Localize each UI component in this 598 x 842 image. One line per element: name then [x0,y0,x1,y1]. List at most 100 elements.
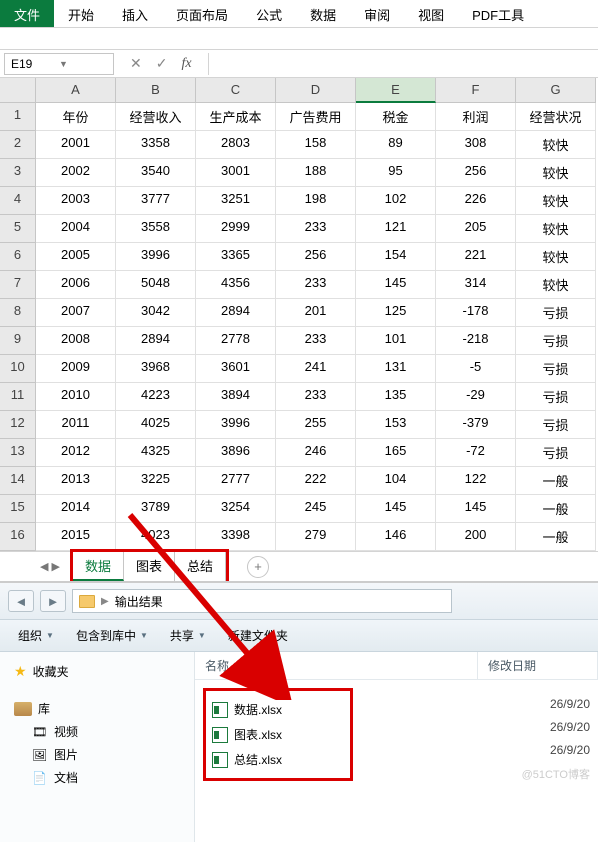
cell[interactable]: 256 [276,243,356,271]
cell[interactable]: 较快 [516,215,596,243]
row-header[interactable]: 3 [0,159,36,187]
row-header[interactable]: 8 [0,299,36,327]
col-header[interactable]: E [356,78,436,103]
cell[interactable]: 2894 [116,327,196,355]
cancel-icon[interactable]: ✕ [130,55,142,72]
cell[interactable]: -5 [436,355,516,383]
row-header[interactable]: 13 [0,439,36,467]
cell[interactable]: 3225 [116,467,196,495]
cell[interactable]: 121 [356,215,436,243]
cell[interactable]: 104 [356,467,436,495]
cell[interactable]: 2015 [36,523,116,551]
cell[interactable]: 188 [276,159,356,187]
cell[interactable]: 2007 [36,299,116,327]
cell[interactable]: 2777 [196,467,276,495]
name-box[interactable]: E19 ▼ [4,53,114,75]
ribbon-tab-formula[interactable]: 公式 [242,0,296,27]
col-header[interactable]: B [116,78,196,103]
add-sheet-button[interactable]: + [247,556,269,578]
cell[interactable]: 2803 [196,131,276,159]
cell[interactable]: 102 [356,187,436,215]
cell[interactable]: 153 [356,411,436,439]
cell[interactable]: 3789 [116,495,196,523]
row-header[interactable]: 9 [0,327,36,355]
cell[interactable]: 亏损 [516,383,596,411]
name-box-dropdown-icon[interactable]: ▼ [59,59,107,69]
cell[interactable]: 一般 [516,523,596,551]
cell[interactable]: 3358 [116,131,196,159]
cell[interactable]: 较快 [516,159,596,187]
row-header[interactable]: 5 [0,215,36,243]
cell[interactable]: 246 [276,439,356,467]
cell[interactable]: 利润 [436,103,516,131]
row-header[interactable]: 11 [0,383,36,411]
cell[interactable]: -218 [436,327,516,355]
cell[interactable]: 2009 [36,355,116,383]
row-header[interactable]: 7 [0,271,36,299]
cell[interactable]: 一般 [516,467,596,495]
cell[interactable]: 201 [276,299,356,327]
cell[interactable]: 3996 [116,243,196,271]
cell[interactable]: 广告费用 [276,103,356,131]
cell[interactable]: 3968 [116,355,196,383]
nav-pictures[interactable]: 🖼 图片 [6,743,188,766]
row-header[interactable]: 2 [0,131,36,159]
cell[interactable]: 2002 [36,159,116,187]
cell[interactable]: 221 [436,243,516,271]
cell[interactable]: 145 [356,271,436,299]
cell[interactable]: 较快 [516,271,596,299]
cell[interactable]: 255 [276,411,356,439]
file-item[interactable]: 图表.xlsx [210,722,346,747]
cell[interactable]: 165 [356,439,436,467]
ribbon-tab-layout[interactable]: 页面布局 [162,0,242,27]
formula-input[interactable] [208,53,598,75]
cell[interactable]: 2010 [36,383,116,411]
ribbon-tab-insert[interactable]: 插入 [108,0,162,27]
cell[interactable]: 4356 [196,271,276,299]
cell[interactable]: -178 [436,299,516,327]
col-name[interactable]: 名称 [195,652,478,679]
nav-library[interactable]: 库 [6,697,188,720]
cell[interactable]: 2894 [196,299,276,327]
cell[interactable]: 2999 [196,215,276,243]
cell[interactable]: 经营状况 [516,103,596,131]
cell[interactable]: 146 [356,523,436,551]
cell[interactable]: -29 [436,383,516,411]
cell[interactable]: 较快 [516,243,596,271]
sheet-tab-data[interactable]: 数据 [73,552,124,581]
spreadsheet-grid[interactable]: ABCDEFG1年份经营收入生产成本广告费用税金利润经营状况2200133582… [0,78,598,551]
nav-fwd-button[interactable]: ► [40,590,66,612]
cell[interactable]: 3996 [196,411,276,439]
cell[interactable]: 145 [436,495,516,523]
row-header[interactable]: 6 [0,243,36,271]
row-header[interactable]: 15 [0,495,36,523]
cell[interactable]: 3540 [116,159,196,187]
cell[interactable]: 2001 [36,131,116,159]
cell[interactable]: 4223 [116,383,196,411]
col-header[interactable]: F [436,78,516,103]
cell[interactable]: 200 [436,523,516,551]
cell[interactable]: 2014 [36,495,116,523]
cell[interactable]: 3398 [196,523,276,551]
ribbon-tab-home[interactable]: 开始 [54,0,108,27]
cell[interactable]: 233 [276,327,356,355]
ribbon-tab-view[interactable]: 视图 [404,0,458,27]
cell[interactable]: 3558 [116,215,196,243]
cell[interactable]: 145 [356,495,436,523]
cell[interactable]: 233 [276,383,356,411]
cell[interactable]: 2012 [36,439,116,467]
cell[interactable]: 3896 [196,439,276,467]
address-bar[interactable]: ▶ 输出结果 [72,589,452,613]
cell[interactable]: 3251 [196,187,276,215]
new-folder-button[interactable]: 新建文件夹 [218,624,298,647]
cell[interactable]: 226 [436,187,516,215]
cell[interactable]: 135 [356,383,436,411]
cell[interactable]: 314 [436,271,516,299]
cell[interactable]: 2008 [36,327,116,355]
cell[interactable]: 3894 [196,383,276,411]
include-lib-button[interactable]: 包含到库中▼ [66,624,158,647]
cell[interactable]: 3365 [196,243,276,271]
confirm-icon[interactable]: ✓ [156,55,168,72]
sheet-tab-summary[interactable]: 总结 [175,552,226,581]
cell[interactable]: 154 [356,243,436,271]
